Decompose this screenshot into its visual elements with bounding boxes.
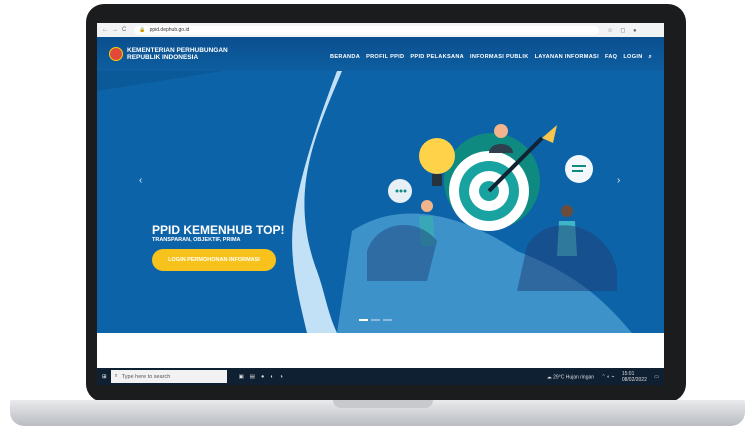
lock-icon: 🔒 bbox=[139, 27, 146, 33]
clock-date: 08/02/2022 bbox=[621, 376, 647, 383]
hero-subtitle: TRANSPARAN, OBJEKTIF, PRIMA bbox=[152, 237, 241, 243]
brand-line1: KEMENTERIAN PERHUBUNGAN bbox=[127, 47, 228, 54]
search-icon[interactable]: ⌕ bbox=[649, 54, 652, 61]
search-icon: ⌕ bbox=[114, 373, 118, 379]
person-top-head bbox=[494, 124, 508, 138]
chat-dot-1 bbox=[395, 189, 399, 193]
carousel-dot-1[interactable] bbox=[359, 319, 368, 321]
lightbulb-base bbox=[432, 174, 442, 186]
person-left-head bbox=[421, 200, 433, 212]
windows-taskbar: ⊞ ⌕ Type here to search ▣▤●◐◑ ☁ 29°C Huj… bbox=[97, 368, 664, 385]
browser-nav-icons[interactable]: ←→C bbox=[102, 27, 130, 33]
browser-tools-icons[interactable]: ☆ ◻ ● bbox=[607, 27, 639, 34]
system-tray: ☁ 29°C Hujan ringan ⌃ ◐ ⌁ 15:01 08/02/20… bbox=[547, 371, 659, 383]
address-text: ppid.dephub.go.id bbox=[149, 27, 190, 33]
tray-icons[interactable]: ⌃ ◐ ⌁ bbox=[601, 374, 614, 380]
laptop-notch bbox=[333, 400, 433, 408]
lightbulb-icon bbox=[419, 138, 455, 174]
menu-item-beranda[interactable]: BERANDA bbox=[330, 54, 360, 61]
arrow-head bbox=[542, 125, 557, 143]
taskbar-search[interactable]: ⌕ Type here to search bbox=[110, 370, 227, 383]
chat-bubble-right bbox=[565, 155, 593, 183]
plant-shape-right bbox=[517, 225, 617, 291]
notification-icon[interactable]: ▭ bbox=[654, 374, 659, 380]
chat-dot-2 bbox=[399, 189, 403, 193]
taskbar-pinned-apps[interactable]: ▣▤●◐◑ bbox=[239, 374, 289, 380]
address-bar[interactable]: 🔒 ppid.dephub.go.id bbox=[134, 25, 600, 35]
carousel-indicators bbox=[359, 319, 392, 321]
kemenhub-logo[interactable] bbox=[109, 47, 123, 61]
person-right-head bbox=[561, 205, 573, 217]
carousel-dot-3[interactable] bbox=[383, 319, 392, 321]
windows-start-icon[interactable]: ⊞ bbox=[102, 374, 107, 380]
menu-item-informasi-publik[interactable]: INFORMASI PUBLIK bbox=[470, 54, 529, 61]
main-menu: BERANDA PROFIL PPID PPID PELAKSANA INFOR… bbox=[330, 54, 652, 61]
menu-item-ppid-pelaksana[interactable]: PPID PELAKSANA bbox=[410, 54, 464, 61]
login-permohonan-button[interactable]: LOGIN PERMOHONAN INFORMASI bbox=[152, 249, 276, 271]
page-content-white bbox=[97, 333, 664, 368]
carousel-prev[interactable]: ‹ bbox=[139, 175, 142, 186]
laptop-screen: ←→C 🔒 ppid.dephub.go.id ☆ ◻ ● KEMENTERIA… bbox=[97, 23, 664, 385]
swoosh-shape bbox=[292, 71, 342, 333]
menu-item-faq[interactable]: FAQ bbox=[605, 54, 617, 61]
weather-icon: ☁ bbox=[546, 373, 552, 380]
hero-carousel: ‹ › PPID KEMENHUB TOP! TRANSPARAN, OBJEK… bbox=[97, 71, 664, 333]
bg-shape bbox=[97, 71, 222, 91]
brand-line2: REPUBLIK INDONESIA bbox=[127, 54, 199, 61]
weather-text: 29°C Hujan ringan bbox=[553, 373, 595, 380]
menu-item-login[interactable]: LOGIN bbox=[623, 54, 642, 61]
hero-illustration bbox=[97, 71, 632, 333]
hero-title: PPID KEMENHUB TOP! bbox=[152, 223, 285, 237]
menu-item-layanan-informasi[interactable]: LAYANAN INFORMASI bbox=[535, 54, 599, 61]
menu-item-profil-ppid[interactable]: PROFIL PPID bbox=[366, 54, 404, 61]
brand-text[interactable]: KEMENTERIAN PERHUBUNGAN REPUBLIK INDONES… bbox=[127, 47, 228, 61]
chat-dot-3 bbox=[403, 189, 407, 193]
carousel-dot-2[interactable] bbox=[371, 319, 380, 321]
carousel-next[interactable]: › bbox=[617, 175, 620, 186]
browser-toolbar: ←→C 🔒 ppid.dephub.go.id ☆ ◻ ● bbox=[97, 23, 664, 37]
taskbar-search-placeholder: Type here to search bbox=[121, 373, 171, 380]
